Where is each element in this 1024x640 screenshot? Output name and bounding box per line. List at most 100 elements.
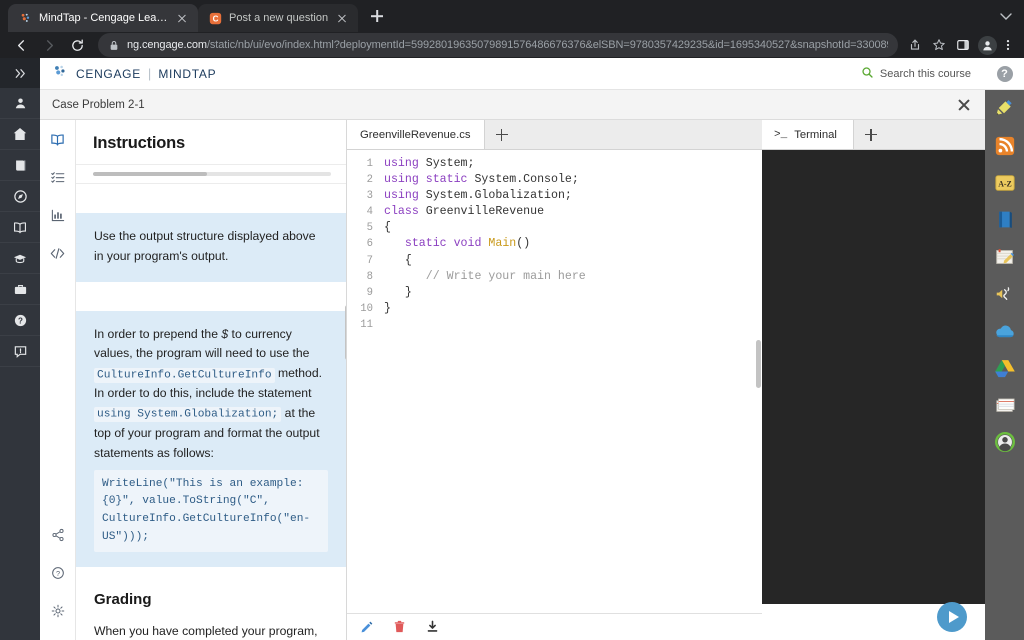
code-line: // Write your main here	[384, 269, 762, 285]
instructions-heading: Instructions	[93, 134, 186, 152]
cengage-logo-icon	[19, 12, 32, 25]
line-number: 2	[366, 174, 373, 187]
reload-icon[interactable]	[64, 32, 90, 58]
tool-code-icon[interactable]	[40, 234, 76, 272]
new-tab-button[interactable]	[364, 3, 390, 29]
sidebar-item-feedback[interactable]	[0, 336, 40, 367]
rail-help-button[interactable]: ?	[985, 58, 1024, 90]
browser-window: MindTap - Cengage Learning C Post a new …	[0, 0, 1024, 640]
sidebar-item-help[interactable]: ?	[0, 305, 40, 336]
tool-rss-feed-icon[interactable]	[985, 127, 1024, 164]
add-file-tab-button[interactable]	[485, 120, 519, 149]
tool-user-avatar-icon[interactable]	[985, 423, 1024, 460]
progress-track	[93, 172, 331, 176]
sidebar-item-home[interactable]	[0, 119, 40, 150]
tool-blue-book-icon[interactable]	[985, 201, 1024, 238]
window-minimize-icon[interactable]	[996, 6, 1016, 26]
sidebar-item-textbook[interactable]	[0, 150, 40, 181]
sidebar-item-open-book[interactable]	[0, 212, 40, 243]
sidebar-item-person[interactable]	[0, 88, 40, 119]
tool-dictionary-az-icon[interactable]: A-Z	[985, 164, 1024, 201]
line-number: 10	[360, 302, 373, 315]
editor-tab-greenvillerevenue[interactable]: GreenvilleRevenue.cs	[347, 120, 485, 149]
code-token: void	[453, 237, 482, 251]
tool-chart-icon[interactable]	[40, 196, 76, 234]
code-content[interactable]: using System; using static System.Console…	[373, 156, 762, 613]
line-number: 1	[366, 158, 373, 170]
line-number-gutter: 1 2 3 4 5 6 7 8 9 10 11	[347, 156, 373, 613]
tool-instructions-book-icon[interactable]	[40, 120, 76, 158]
course-search[interactable]: Search this course	[861, 66, 985, 82]
grading-heading: Grading	[94, 591, 152, 609]
browser-tabstrip: MindTap - Cengage Learning C Post a new …	[0, 0, 1024, 32]
edit-pencil-icon[interactable]	[359, 620, 374, 635]
sidebar-item-graduation-cap[interactable]	[0, 243, 40, 274]
browser-chrome: MindTap - Cengage Learning C Post a new …	[0, 0, 1024, 58]
mindtap-header: CENGAGE | MINDTAP Search this course ?	[40, 57, 1024, 90]
side-panel-icon[interactable]	[952, 34, 974, 56]
inline-code-using-globalization: using System.Globalization;	[94, 407, 282, 423]
delete-trash-icon[interactable]	[392, 620, 407, 635]
code-editor: GreenvilleRevenue.cs 1 2 3 4 5 6 7 8 9 10 11 using…	[347, 120, 762, 640]
grading-section: Grading When you have completed your pro…	[76, 567, 346, 640]
tool-share-nodes-icon[interactable]	[40, 516, 76, 554]
tool-notecards-icon[interactable]	[985, 386, 1024, 423]
play-triangle-icon	[948, 611, 959, 623]
editor-scrollbar[interactable]	[756, 340, 761, 388]
kebab-menu-icon[interactable]	[1000, 34, 1016, 56]
close-icon[interactable]	[955, 96, 973, 114]
tool-cloud-icon[interactable]	[985, 312, 1024, 349]
editor-tabbar: GreenvilleRevenue.cs	[347, 120, 762, 150]
terminal-output[interactable]	[762, 150, 985, 604]
tool-highlighter-icon[interactable]	[985, 90, 1024, 127]
search-icon	[861, 66, 874, 82]
line-number: 3	[366, 190, 373, 203]
line-number: 5	[366, 222, 373, 235]
tool-notepad-pencil-icon[interactable]	[985, 238, 1024, 275]
instruction-callout-output-structure: Use the output structure displayed above…	[76, 213, 346, 282]
forward-arrow-icon[interactable]	[36, 32, 62, 58]
tool-help-circle-icon[interactable]: ?	[40, 554, 76, 592]
code-line: }	[384, 285, 762, 301]
profile-avatar-icon[interactable]	[976, 34, 998, 56]
browser-tab-mindtap[interactable]: MindTap - Cengage Learning	[8, 4, 198, 32]
close-icon[interactable]	[335, 11, 349, 25]
tool-settings-gear-icon[interactable]	[40, 592, 76, 630]
terminal-tab[interactable]: >_ Terminal	[762, 120, 854, 149]
bookmark-star-icon[interactable]	[928, 34, 950, 56]
code-token: Main	[488, 237, 517, 251]
sidebar-item-briefcase[interactable]	[0, 274, 40, 305]
line-number: 9	[366, 286, 373, 299]
code-line: class GreenvilleRevenue	[384, 204, 762, 220]
code-area[interactable]: 1 2 3 4 5 6 7 8 9 10 11 using System; using static …	[347, 150, 762, 613]
tool-google-drive-icon[interactable]	[985, 349, 1024, 386]
code-token: System.Console;	[467, 173, 579, 187]
tool-checklist-icon[interactable]	[40, 158, 76, 196]
line-number: 11	[360, 318, 373, 331]
cengage-mindtap-brand: CENGAGE | MINDTAP	[52, 64, 216, 84]
code-line: }	[384, 301, 762, 317]
code-token: {	[384, 253, 412, 267]
spacer	[76, 184, 346, 213]
chegg-c-icon: C	[209, 12, 222, 25]
line-number: 6	[366, 238, 373, 251]
instructions-progress	[76, 164, 346, 184]
code-example-block: WriteLine("This is an example: {0}", val…	[94, 469, 328, 553]
back-arrow-icon[interactable]	[8, 32, 34, 58]
add-terminal-tab-button[interactable]	[854, 120, 888, 149]
close-icon[interactable]	[175, 11, 189, 25]
tool-read-aloud-icon[interactable]	[985, 275, 1024, 312]
download-icon[interactable]	[425, 620, 440, 635]
code-token: ()	[516, 237, 531, 251]
url-bar[interactable]: ng.cengage.com/static/nb/ui/evo/index.ht…	[98, 33, 898, 57]
browser-tab-chegg[interactable]: C Post a new question	[198, 4, 359, 32]
editor-footer-toolbar	[347, 613, 762, 640]
rail-expand-button[interactable]	[0, 58, 40, 88]
run-play-button[interactable]	[937, 602, 967, 632]
code-token: System;	[418, 157, 475, 170]
share-icon[interactable]	[904, 34, 926, 56]
sidebar-item-compass[interactable]	[0, 181, 40, 212]
code-line: using System.Globalization;	[384, 188, 762, 204]
